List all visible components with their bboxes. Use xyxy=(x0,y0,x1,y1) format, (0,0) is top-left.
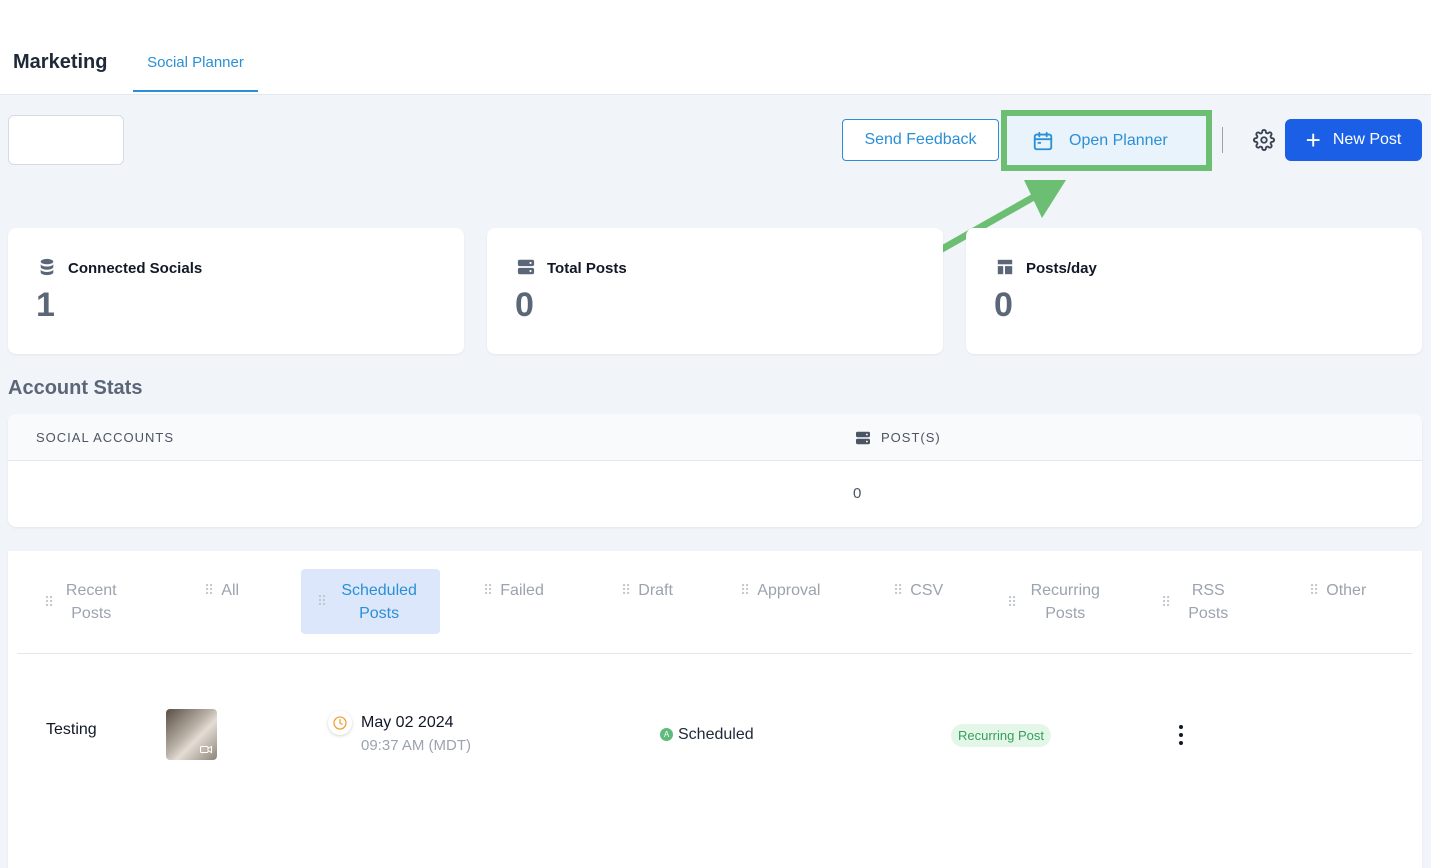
stat-card-posts-per-day: Posts/day 0 xyxy=(966,228,1422,354)
stat-label: Connected Socials xyxy=(68,260,203,277)
drag-handle-icon[interactable]: ⠿ xyxy=(621,579,631,602)
column-header-posts: POST(S) xyxy=(855,430,941,445)
tab-draft[interactable]: ⠿ Draft xyxy=(621,578,701,603)
active-tab-indicator xyxy=(133,90,258,92)
tab-recent-posts[interactable]: ⠿ Recent Posts xyxy=(44,578,134,626)
tab-label: All xyxy=(221,582,240,599)
drag-handle-icon[interactable]: ⠿ xyxy=(483,579,493,602)
database-icon xyxy=(40,258,54,276)
layout-icon xyxy=(997,259,1013,275)
drag-handle-icon[interactable]: ⠿ xyxy=(1007,591,1017,614)
drag-handle-icon[interactable]: ⠿ xyxy=(740,579,750,602)
post-status: Scheduled xyxy=(678,726,754,743)
tab-label: Draft xyxy=(638,582,673,599)
stat-label: Total Posts xyxy=(547,260,627,277)
column-header-label: POST(S) xyxy=(881,430,941,445)
tab-label: Failed xyxy=(500,582,544,599)
drag-handle-icon[interactable]: ⠿ xyxy=(1309,579,1319,602)
stat-value: 1 xyxy=(36,286,55,324)
column-header-social-accounts: SOCIAL ACCOUNTS xyxy=(36,430,175,445)
plus-icon: + xyxy=(1305,125,1321,155)
tab-csv[interactable]: ⠿ CSV xyxy=(893,578,963,603)
stat-label: Posts/day xyxy=(1026,260,1097,277)
tab-label: Other xyxy=(1326,582,1367,599)
posts-panel: ⠿ Recent Posts ⠿ All ⠿ Scheduled Posts ⠿… xyxy=(8,551,1422,868)
account-stats-table: SOCIAL ACCOUNTS POST(S) 0 xyxy=(8,414,1422,527)
tab-all[interactable]: ⠿ All xyxy=(204,578,264,603)
post-time: 09:37 AM (MDT) xyxy=(361,737,472,754)
server-icon xyxy=(856,431,870,444)
video-icon xyxy=(200,745,212,754)
table-cell-posts: 0 xyxy=(853,485,862,502)
clock-icon xyxy=(328,711,352,735)
gear-icon[interactable] xyxy=(1253,129,1275,151)
tab-label: Recent Posts xyxy=(65,582,117,622)
tab-label: CSV xyxy=(910,582,944,599)
tab-recurring-posts[interactable]: ⠿ Recurring Posts xyxy=(1007,578,1117,626)
new-post-label: New Post xyxy=(1332,131,1402,148)
stat-value: 0 xyxy=(994,286,1013,324)
status-indicator: A xyxy=(660,728,673,741)
recurring-post-badge: Recurring Post xyxy=(951,724,1051,747)
drag-handle-icon[interactable]: ⠿ xyxy=(1161,591,1171,614)
tab-label: Scheduled Posts xyxy=(341,581,417,622)
highlight-annotation-box xyxy=(1001,110,1212,171)
tab-approval[interactable]: ⠿ Approval xyxy=(740,578,840,603)
server-icon xyxy=(517,259,535,275)
tab-scheduled-posts[interactable]: ⠿ Scheduled Posts xyxy=(301,569,440,634)
stat-card-total-posts: Total Posts 0 xyxy=(487,228,943,354)
account-stats-title: Account Stats xyxy=(8,377,143,399)
new-post-button[interactable]: + New Post xyxy=(1285,119,1422,161)
post-thumbnail[interactable] xyxy=(166,709,217,760)
account-selector[interactable] xyxy=(8,115,124,165)
drag-handle-icon[interactable]: ⠿ xyxy=(204,579,214,602)
tab-label: Social Planner xyxy=(147,54,244,71)
tabs-divider xyxy=(17,653,1412,654)
drag-handle-icon[interactable]: ⠿ xyxy=(893,579,903,602)
drag-handle-icon[interactable]: ⠿ xyxy=(44,591,54,614)
more-options-icon[interactable] xyxy=(1176,725,1186,745)
tab-other[interactable]: ⠿ Other xyxy=(1309,578,1389,603)
app-title: Marketing xyxy=(13,51,108,73)
stat-value: 0 xyxy=(515,286,534,324)
drag-handle-icon[interactable]: ⠿ xyxy=(317,590,327,613)
top-header: Marketing Social Planner xyxy=(0,0,1431,95)
tab-social-planner[interactable]: Social Planner xyxy=(133,54,258,92)
table-header: SOCIAL ACCOUNTS POST(S) xyxy=(8,414,1422,461)
post-date: May 02 2024 xyxy=(361,714,454,731)
tab-label: Recurring Posts xyxy=(1030,582,1100,622)
tab-label: RSS Posts xyxy=(1188,582,1229,622)
send-feedback-label: Send Feedback xyxy=(864,131,977,148)
toolbar-divider xyxy=(1222,127,1223,153)
tab-rss-posts[interactable]: ⠿ RSS Posts xyxy=(1161,578,1251,626)
post-name[interactable]: Testing xyxy=(46,721,97,739)
tab-failed[interactable]: ⠿ Failed xyxy=(483,578,563,603)
tab-label: Approval xyxy=(757,582,821,599)
send-feedback-button[interactable]: Send Feedback xyxy=(842,119,999,161)
stat-card-connected-socials: Connected Socials 1 xyxy=(8,228,464,354)
